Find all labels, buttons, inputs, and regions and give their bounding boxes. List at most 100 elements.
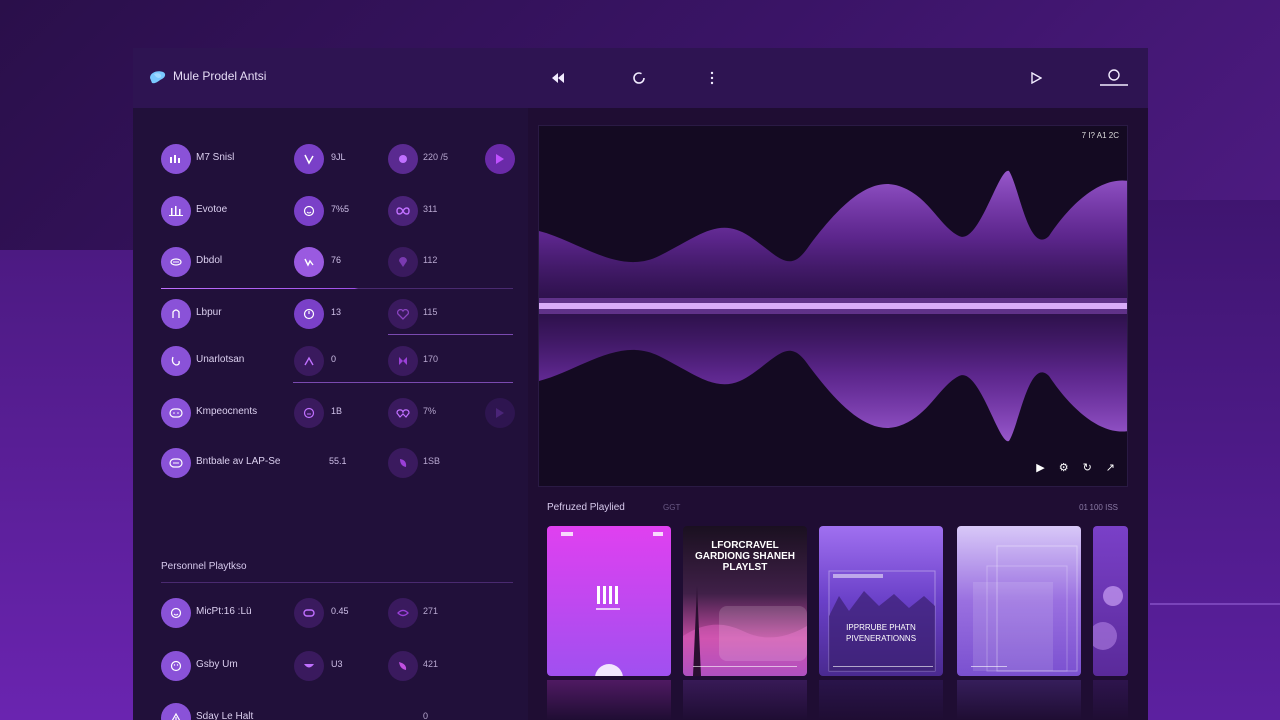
playlist-item-label: Gsby Um [196, 659, 238, 670]
smile-icon [161, 703, 191, 720]
list-item-label: Lbpur [196, 307, 222, 318]
list-item-count: 115 [423, 307, 438, 317]
smile-icon [294, 196, 324, 226]
list-item-value: 9JL [331, 152, 346, 162]
playlist-item[interactable]: Sday Le Halt 0 [161, 703, 521, 720]
smile-icon [161, 598, 191, 628]
smile-icon [161, 651, 191, 681]
waveform-graphic [539, 170, 1127, 442]
play-icon[interactable] [485, 398, 515, 428]
list-item[interactable]: M7 Snisl 9JL 220 /5 [161, 144, 521, 176]
card-reflection [819, 680, 943, 720]
featured-count: 01 [1079, 503, 1088, 512]
butterfly-icon [388, 346, 418, 376]
playlist-item[interactable]: Gsby Um U3 421 [161, 651, 521, 683]
play-icon[interactable]: ▶ [1036, 461, 1044, 474]
list-item-value: 1B [331, 406, 343, 416]
infinity-icon [388, 196, 418, 226]
playlist-item[interactable]: MicPt:16 :Lü 0.45 271 [161, 598, 521, 630]
list-item-count: 7% [423, 406, 437, 416]
settings-icon[interactable]: ⚙ [1059, 461, 1069, 474]
smile-icon [294, 398, 324, 428]
shuffle-icon [161, 247, 191, 277]
playlist-item-value: U3 [331, 659, 343, 669]
card-subtitle: IPPRRUBE PHATN PIVENERATIONNS [845, 623, 917, 643]
app-window: Mule Prodel Antsi M7 Snisl 9JL 220 /5 Ev… [133, 48, 1148, 720]
repeat-icon[interactable]: ↻ [1083, 461, 1092, 474]
playlist-card[interactable] [547, 526, 671, 676]
infinity-icon [294, 598, 324, 628]
list-item-label: Dbdol [196, 255, 223, 266]
list-item-value: 55.1 [329, 456, 347, 466]
list-item-value: 76 [331, 255, 342, 265]
card-art [683, 586, 807, 676]
progress-divider [161, 288, 513, 289]
playlist-item-label: MicPt:16 :Lü [196, 606, 252, 617]
playlist-card[interactable]: IPPRRUBE PHATN PIVENERATIONNS [819, 526, 943, 676]
play-icon[interactable] [485, 144, 515, 174]
list-item-label: Kmpeocnents [196, 406, 258, 417]
list-item[interactable]: Dbdol 76 112 [161, 247, 521, 279]
top-bar: Mule Prodel Antsi [133, 48, 1148, 108]
list-item-label: Evotoe [196, 204, 228, 215]
player-controls: ▶ ⚙ ↻ ↗ [1036, 461, 1115, 474]
profile-icon[interactable] [1098, 66, 1130, 90]
rewind-icon[interactable] [546, 66, 570, 90]
card-reflection [957, 680, 1081, 720]
background-right-glow [1148, 200, 1280, 720]
clock-icon [294, 299, 324, 329]
list-item-value: 13 [331, 307, 342, 317]
background-right-line [1150, 603, 1280, 605]
section-title: Personnel Playtkso [161, 561, 247, 572]
featured-count: 100 ISS [1089, 503, 1118, 512]
list-item-count: 170 [423, 354, 439, 364]
leaf-icon [388, 651, 418, 681]
card-reflection [547, 680, 671, 720]
playlist-item-label: Sday Le Halt [196, 711, 254, 720]
row-divider [293, 382, 513, 383]
refresh-icon[interactable] [627, 66, 651, 90]
section-divider [161, 582, 513, 583]
more-vertical-icon[interactable] [700, 66, 724, 90]
clip-icon [161, 299, 191, 329]
playlist-card[interactable]: LFORCRAVEL GARDIONG SHANEH PLAYLST [683, 526, 807, 676]
arrow-up-icon [294, 346, 324, 376]
card-art [828, 570, 936, 672]
background-left-glow [0, 250, 135, 720]
bars-icon [161, 196, 191, 226]
list-item-label: Bntbale av LAP-Se [196, 456, 281, 467]
featured-title: Pefruzed Playlied [547, 502, 625, 513]
smile-icon [161, 448, 191, 478]
share-icon[interactable]: ↗ [1106, 461, 1115, 474]
play-icon[interactable] [1024, 66, 1048, 90]
leaf-icon [388, 448, 418, 478]
card-art [1093, 586, 1123, 650]
circle-dot-icon [388, 144, 418, 174]
list-item-label: Unarlotsan [196, 354, 245, 365]
featured-header: Pefruzed Playlied GGT 01 100 ISS [538, 500, 1128, 516]
leaf-icon [388, 598, 418, 628]
featured-meta: GGT [663, 503, 681, 512]
loop-icon [294, 247, 324, 277]
card-reflection [683, 680, 807, 720]
audio-visualizer[interactable]: 7 I? A1 2C ▶ ⚙ ↻ ↗ [538, 125, 1128, 487]
list-item-count: 112 [423, 255, 438, 265]
list-item-label: M7 Snisl [196, 152, 235, 163]
card-art [561, 532, 663, 676]
equalizer-icon [161, 144, 191, 174]
list-item[interactable]: Lbpur 13 115 [161, 299, 521, 331]
row-divider [388, 334, 513, 335]
app-title: Mule Prodel Antsi [173, 69, 267, 83]
list-item[interactable]: Kmpeocnents 1B 7% [161, 398, 521, 430]
list-item-value: 0 [331, 354, 337, 364]
heart-icon [388, 299, 418, 329]
smile-icon [294, 651, 324, 681]
list-item[interactable]: Unarlotsan 0 170 [161, 346, 521, 378]
app-logo-icon [150, 71, 166, 84]
list-item[interactable]: Evotoe 7%5 311 [161, 196, 521, 228]
playlist-card[interactable] [957, 526, 1081, 676]
card-art [971, 545, 1078, 672]
playlist-item-value: 0.45 [331, 606, 349, 616]
list-item[interactable]: Bntbale av LAP-Se 55.1 1SB [161, 448, 521, 480]
playlist-card[interactable] [1093, 526, 1128, 676]
